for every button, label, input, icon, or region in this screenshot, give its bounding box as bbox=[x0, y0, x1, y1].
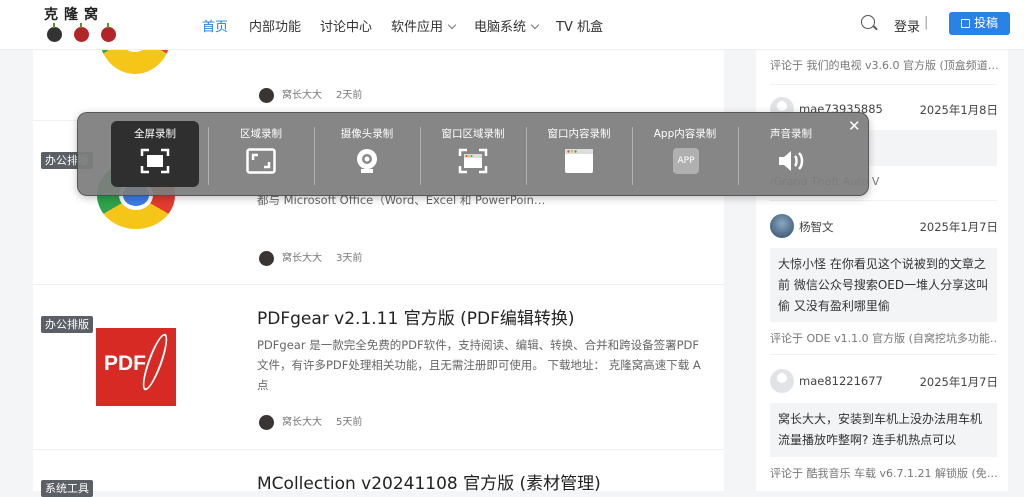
author-name[interactable]: 窝长大大 bbox=[282, 253, 322, 264]
nav-tv-box[interactable]: TV 机盒 bbox=[556, 16, 603, 35]
window-region-record-icon bbox=[458, 148, 488, 174]
divider bbox=[738, 127, 739, 185]
login-separator: | bbox=[924, 15, 929, 30]
mode-label: App内容录制 bbox=[653, 128, 717, 140]
divider bbox=[420, 127, 421, 185]
mode-label: 摄像头录制 bbox=[340, 128, 394, 140]
comment-bubble: 窝长大大，安装到车机上没办法用车机流量播放咋整啊? 连手机热点可以 bbox=[770, 403, 997, 457]
logo-dot-icon bbox=[47, 23, 62, 42]
fullscreen-record-icon bbox=[140, 148, 170, 174]
app-record-button[interactable]: App内容录制 APP bbox=[641, 121, 729, 187]
article-list: 窝长大大 2天前 办公排版 都与 Microsoft Office（Word、Ex… bbox=[33, 0, 724, 497]
comment-user[interactable]: mae81221677 bbox=[799, 374, 883, 388]
nav-internal[interactable]: 内部功能 bbox=[249, 16, 301, 35]
window-region-record-button[interactable]: 窗口区域录制 bbox=[429, 121, 517, 187]
site-logo[interactable]: 克隆窝 bbox=[44, 4, 120, 46]
nav-software-label: 软件应用 bbox=[391, 20, 444, 35]
mode-label: 窗口内容录制 bbox=[547, 128, 611, 140]
recent-comments-sidebar: 评论于 我们的电视 v3.6.0 官方版 (顶盒频道… mae73935885 … bbox=[756, 0, 1008, 491]
comment-header: mae81221677 2025年1月7日 bbox=[770, 369, 998, 393]
divider bbox=[770, 84, 997, 85]
article-meta: 窝长大大 3天前 bbox=[259, 249, 362, 266]
nav-discussion[interactable]: 讨论中心 bbox=[320, 16, 372, 35]
comment-date: 2025年1月7日 bbox=[919, 375, 998, 389]
window-content-record-icon bbox=[565, 149, 593, 173]
comment-date: 2025年1月8日 bbox=[919, 103, 998, 117]
post-button-label: 投稿 bbox=[973, 16, 998, 30]
comment-ref-link[interactable]: 评论于 我们的电视 v3.6.0 官方版 (顶盒频道… bbox=[770, 57, 998, 73]
camera-record-icon bbox=[357, 149, 377, 173]
article-meta: 窝长大大 5天前 bbox=[259, 413, 362, 430]
post-button[interactable]: 投稿 bbox=[949, 12, 1010, 35]
article-meta: 窝长大大 2天前 bbox=[259, 86, 362, 103]
mode-label: 区域录制 bbox=[240, 128, 282, 140]
post-time: 3天前 bbox=[336, 253, 363, 264]
audio-record-button[interactable]: 声音录制 bbox=[747, 121, 835, 187]
comment-ref-link[interactable]: 评论于 酷我音乐 车载 v6.7.1.21 解锁版 (免… bbox=[770, 465, 998, 481]
comment-user[interactable]: 杨智文 bbox=[799, 219, 834, 235]
region-record-button[interactable]: 区域录制 bbox=[217, 121, 305, 187]
category-badge[interactable]: 办公排版 bbox=[41, 316, 93, 333]
nav-systems-label: 电脑系统 bbox=[474, 20, 527, 35]
edit-icon bbox=[960, 19, 970, 28]
divider bbox=[770, 354, 997, 355]
avatar bbox=[259, 414, 274, 430]
comment-date: 2025年1月7日 bbox=[919, 220, 998, 234]
comment-bubble: 大惊小怪 在你看见这个说被到的文章之前 微信公众号搜索OED一堆人分享这叫偷 又… bbox=[770, 248, 997, 322]
category-badge[interactable]: 系统工具 bbox=[41, 480, 93, 497]
search-icon[interactable] bbox=[861, 15, 875, 29]
nav-software[interactable]: 软件应用 bbox=[391, 16, 457, 35]
camera-record-button[interactable]: 摄像头录制 bbox=[323, 121, 411, 187]
pdfgear-thumbnail[interactable]: PDF bbox=[96, 328, 176, 406]
app-record-icon: APP bbox=[673, 148, 699, 174]
chevron-down-icon bbox=[447, 20, 457, 30]
avatar bbox=[259, 87, 274, 103]
pdf-logo-text: PDF bbox=[104, 352, 146, 375]
post-time: 2天前 bbox=[336, 90, 363, 101]
close-icon[interactable]: ✕ bbox=[848, 117, 861, 135]
screen-recorder-toolbar: 全屏录制 区域录制 摄像头录制 窗口区域录制 窗口内容录制 App内容录制 AP… bbox=[77, 112, 869, 196]
article-excerpt: PDFgear 是一款完全免费的PDF软件，支持阅读、编辑、转换、合并和跨设备签… bbox=[257, 338, 701, 392]
divider bbox=[770, 200, 997, 201]
audio-record-icon bbox=[779, 151, 804, 171]
divider bbox=[526, 127, 527, 185]
region-record-icon bbox=[246, 148, 276, 174]
article-title[interactable]: PDFgear v2.1.11 官方版 (PDF编辑转换) bbox=[257, 304, 575, 329]
logo-dot-icon bbox=[74, 23, 89, 42]
login-link[interactable]: 登录 bbox=[894, 16, 920, 35]
mode-label: 窗口区域录制 bbox=[441, 128, 505, 140]
logo-dot-icon bbox=[101, 23, 116, 42]
comment-ref-link[interactable]: 评论于 ODE v1.1.0 官方版 (自窝挖坑多功能… bbox=[770, 330, 998, 346]
list-item: 系统工具 MCollection v20241108 官方版 (素材管理) bbox=[33, 450, 724, 497]
mode-label: 声音录制 bbox=[770, 128, 812, 140]
article-title[interactable]: MCollection v20241108 官方版 (素材管理) bbox=[257, 469, 601, 494]
top-navbar: 克隆窝 首页 内部功能 讨论中心 软件应用 电脑系统 TV 机盒 登录 | 投稿 bbox=[0, 0, 1024, 50]
nav-systems[interactable]: 电脑系统 bbox=[474, 16, 540, 35]
avatar bbox=[770, 369, 794, 393]
logo-text: 克隆窝 bbox=[44, 7, 104, 23]
post-time: 5天前 bbox=[336, 417, 363, 428]
chevron-down-icon bbox=[530, 20, 540, 30]
author-name[interactable]: 窝长大大 bbox=[282, 90, 322, 101]
mode-label: 全屏录制 bbox=[134, 128, 176, 140]
comment-header: 杨智文 2025年1月7日 bbox=[770, 214, 998, 238]
nav-home[interactable]: 首页 bbox=[202, 16, 228, 35]
avatar bbox=[259, 250, 274, 266]
window-content-record-button[interactable]: 窗口内容录制 bbox=[535, 121, 623, 187]
author-name[interactable]: 窝长大大 bbox=[282, 417, 322, 428]
divider bbox=[632, 127, 633, 185]
avatar bbox=[770, 214, 794, 238]
divider bbox=[314, 127, 315, 185]
fullscreen-record-button[interactable]: 全屏录制 bbox=[111, 121, 199, 187]
divider bbox=[208, 127, 209, 185]
